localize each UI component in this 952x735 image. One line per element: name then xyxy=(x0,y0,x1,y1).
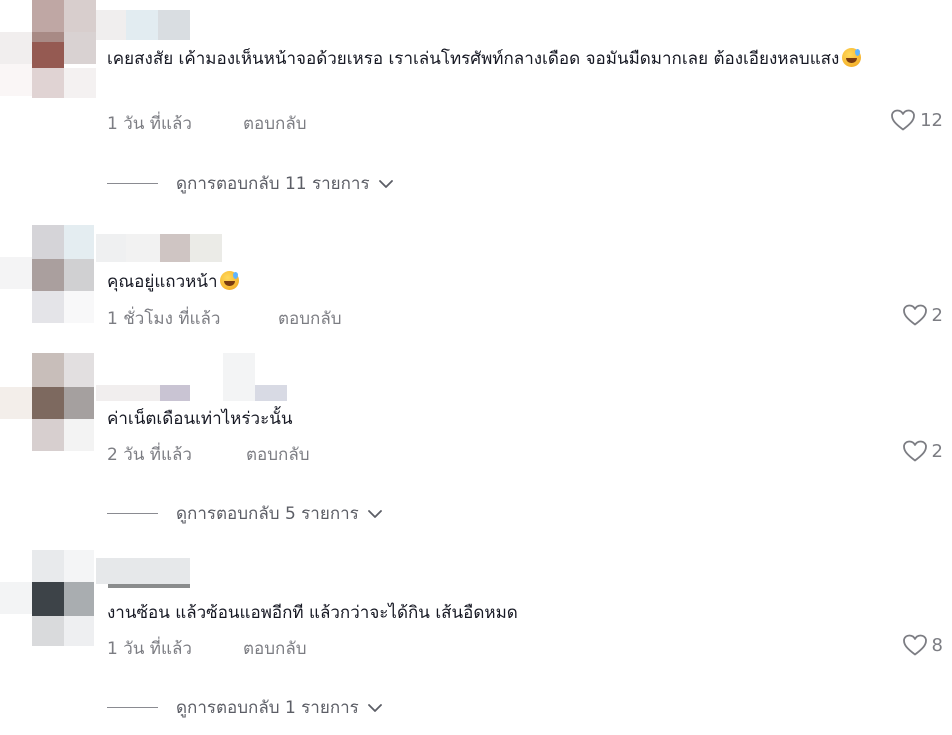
like-count: 12 xyxy=(920,109,943,131)
reply-button[interactable]: ตอบกลับ xyxy=(246,441,310,468)
sweat-smile-emoji-icon xyxy=(220,271,240,290)
comment-item: ค่าเน็ตเดือนเท่าไหร่วะนั้น 2 วัน ที่แล้ว… xyxy=(0,353,952,533)
comment-text: งานซ้อน แล้วซ้อนแอพอีกที แล้วกว่าจะได้กิ… xyxy=(107,599,942,628)
avatar-blurred[interactable] xyxy=(0,0,100,100)
view-replies-label: ดูการตอบกลับ 5 รายการ xyxy=(176,504,359,524)
chevron-down-icon xyxy=(367,509,382,518)
view-replies-button[interactable]: ดูการตอบกลับ 1 รายการ xyxy=(107,694,383,721)
heart-outline-icon xyxy=(902,304,927,326)
avatar-blurred[interactable] xyxy=(0,353,100,453)
comment-text: เคยสงสัย เค้ามองเห็นหน้าจอด้วยเหรอ เราเล… xyxy=(107,45,942,74)
comment-text-content: เคยสงสัย เค้ามองเห็นหน้าจอด้วยเหรอ เราเล… xyxy=(107,49,840,69)
chevron-down-icon xyxy=(378,179,393,188)
username-blurred[interactable] xyxy=(96,558,196,588)
reply-button[interactable]: ตอบกลับ xyxy=(243,110,307,137)
heart-outline-icon xyxy=(902,440,927,462)
comment-item: คุณอยู่แถวหน้า 1 ชั่วโมง ที่แล้ว ตอบกลับ… xyxy=(0,225,952,335)
like-count: 2 xyxy=(931,440,943,462)
like-button[interactable]: 2 xyxy=(902,439,943,463)
comment-text-content: งานซ้อน แล้วซ้อนแอพอีกที แล้วกว่าจะได้กิ… xyxy=(107,603,518,623)
like-button[interactable]: 2 xyxy=(902,303,943,327)
comment-text: คุณอยู่แถวหน้า xyxy=(107,268,942,297)
comment-timestamp: 1 วัน ที่แล้ว xyxy=(107,110,192,137)
avatar-blurred[interactable] xyxy=(0,550,100,650)
divider-line xyxy=(107,707,158,708)
comment-text: ค่าเน็ตเดือนเท่าไหร่วะนั้น xyxy=(107,405,942,434)
like-button[interactable]: 8 xyxy=(902,633,943,657)
timestamp-text: 1 วัน ที่แล้ว xyxy=(107,114,192,134)
chevron-down-icon xyxy=(367,703,382,712)
comment-timestamp: 1 วัน ที่แล้ว xyxy=(107,635,192,662)
comment-text-content: ค่าเน็ตเดือนเท่าไหร่วะนั้น xyxy=(107,409,293,429)
comment-item: เคยสงสัย เค้ามองเห็นหน้าจอด้วยเหรอ เราเล… xyxy=(0,0,952,200)
like-count: 8 xyxy=(931,634,943,656)
timestamp-text: 1 ชั่วโมง ที่แล้ว xyxy=(107,309,221,329)
heart-outline-icon xyxy=(891,109,915,131)
comment-text-content: คุณอยู่แถวหน้า xyxy=(107,272,218,292)
view-replies-label: ดูการตอบกลับ 1 รายการ xyxy=(176,698,359,718)
username-blurred[interactable] xyxy=(96,10,192,40)
reply-button[interactable]: ตอบกลับ xyxy=(278,305,342,332)
username-blurred[interactable] xyxy=(96,234,226,264)
view-replies-label: ดูการตอบกลับ 11 รายการ xyxy=(176,174,370,194)
timestamp-text: 1 วัน ที่แล้ว xyxy=(107,639,192,659)
divider-line xyxy=(107,183,158,184)
heart-outline-icon xyxy=(902,634,927,656)
sweat-smile-emoji-icon xyxy=(842,48,862,67)
like-count: 2 xyxy=(931,304,943,326)
comment-timestamp: 1 ชั่วโมง ที่แล้ว xyxy=(107,305,220,332)
comment-timestamp: 2 วัน ที่แล้ว xyxy=(107,441,192,468)
avatar-blurred[interactable] xyxy=(0,225,100,325)
view-replies-button[interactable]: ดูการตอบกลับ 11 รายการ xyxy=(107,170,394,197)
view-replies-button[interactable]: ดูการตอบกลับ 5 รายการ xyxy=(107,500,383,527)
comment-item: งานซ้อน แล้วซ้อนแอพอีกที แล้วกว่าจะได้กิ… xyxy=(0,550,952,730)
timestamp-text: 2 วัน ที่แล้ว xyxy=(107,445,192,465)
reply-button[interactable]: ตอบกลับ xyxy=(243,635,307,662)
divider-line xyxy=(107,513,158,514)
like-button[interactable]: 12 xyxy=(890,108,943,132)
